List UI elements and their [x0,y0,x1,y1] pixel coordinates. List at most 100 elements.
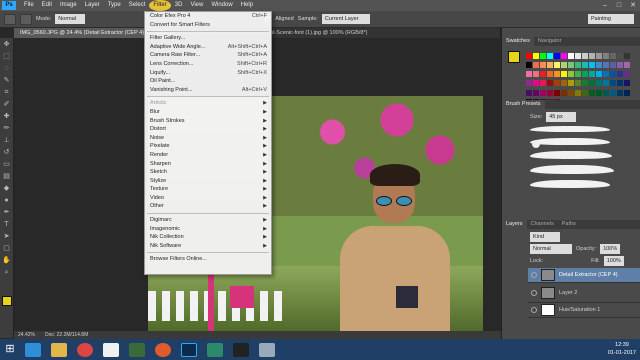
color-swatch[interactable] [582,71,588,78]
marquee-tool-icon[interactable]: ⬚ [2,52,12,62]
taskbar-app-icon[interactable] [228,339,254,360]
eraser-tool-icon[interactable]: ▭ [2,160,12,170]
filter-menu-item[interactable]: Texture ▶ [145,185,271,194]
color-swatch[interactable] [575,62,581,69]
color-swatch[interactable] [547,80,553,87]
workspace-switcher[interactable]: Painting [588,14,634,24]
color-swatch[interactable] [589,62,595,69]
color-swatch[interactable] [589,71,595,78]
color-swatch[interactable] [589,53,595,59]
tab-paths[interactable]: Paths [558,220,580,229]
mode-select[interactable]: Normal [55,14,86,24]
menu-type[interactable]: Type [104,0,125,11]
blur-tool-icon[interactable]: ◆ [2,184,12,194]
taskbar-photoshop-icon[interactable] [176,339,202,360]
taskbar-app-icon[interactable] [254,339,280,360]
brush-stroke[interactable] [530,180,610,188]
layer-row[interactable]: Detail Extractor (CEP 4) [528,268,640,283]
color-swatch[interactable] [554,89,560,96]
clone-stamp-tool-icon[interactable]: ⊥ [2,136,12,146]
minimize-icon[interactable]: – [598,0,612,11]
menu-window[interactable]: Window [207,0,236,11]
eyedropper-tool-icon[interactable]: ✐ [2,100,12,110]
color-swatch[interactable] [561,62,567,69]
menu-edit[interactable]: Edit [38,0,56,11]
visibility-eye-icon[interactable] [531,307,537,313]
color-swatch[interactable] [610,53,616,59]
color-swatch[interactable] [526,53,532,59]
zoom-tool-icon[interactable]: ⌕ [2,268,12,278]
color-swatch[interactable] [596,80,602,87]
color-swatch[interactable] [575,80,581,87]
visibility-eye-icon[interactable] [531,289,537,296]
lasso-tool-icon[interactable]: ◌ [2,64,12,74]
color-swatch[interactable] [526,71,532,78]
filter-menu-item[interactable]: Camera Raw Filter... Shift+Ctrl+A [145,51,271,60]
color-swatch[interactable] [526,89,532,96]
color-swatch[interactable] [540,62,546,69]
color-swatch[interactable] [561,71,567,78]
filter-menu-item[interactable]: Nik Collection ▶ [145,233,271,242]
gradient-tool-icon[interactable]: ▤ [2,172,12,182]
color-swatch[interactable] [547,53,553,59]
filter-menu-item[interactable]: Lens Correction... Shift+Ctrl+R [145,60,271,69]
menu-select[interactable]: Select [125,0,150,11]
move-tool-icon[interactable]: ✥ [2,40,12,50]
color-swatch[interactable] [533,80,539,87]
brush-stroke[interactable] [530,126,610,132]
color-swatch[interactable] [596,53,602,59]
color-swatch[interactable] [617,71,623,78]
color-swatch[interactable] [547,71,553,78]
taskbar-app-icon[interactable] [98,339,124,360]
filter-menu-item[interactable]: Sketch ▶ [145,168,271,177]
color-swatch[interactable] [596,71,602,78]
filter-menu-item[interactable]: Pixelate ▶ [145,142,271,151]
color-swatch[interactable] [533,71,539,78]
windows-start-icon[interactable]: ⊞ [0,339,20,360]
swatch-grid[interactable] [526,53,636,107]
color-swatch[interactable] [568,89,574,96]
brush-preset-picker[interactable] [20,13,32,25]
dodge-tool-icon[interactable]: ● [2,196,12,206]
taskbar-app-icon[interactable] [124,339,150,360]
filter-menu-item[interactable]: Adaptive Wide Angle... Alt+Shift+Ctrl+A [145,43,271,52]
filter-menu-item[interactable]: Digimarc ▶ [145,216,271,225]
taskbar-app-icon[interactable] [202,339,228,360]
brush-stroke[interactable] [530,138,610,145]
color-swatch[interactable] [575,89,581,96]
zoom-level[interactable]: 24.42% [18,332,35,338]
history-brush-tool-icon[interactable]: ↺ [2,148,12,158]
color-swatch[interactable] [547,89,553,96]
color-swatch[interactable] [617,80,623,87]
color-swatch[interactable] [603,89,609,96]
color-swatch[interactable] [533,53,539,59]
quick-select-tool-icon[interactable]: ✎ [2,76,12,86]
tab-layers[interactable]: Layers [502,220,527,229]
shape-tool-icon[interactable]: ▢ [2,244,12,254]
path-select-tool-icon[interactable]: ➤ [2,232,12,242]
color-swatch[interactable] [610,89,616,96]
filter-menu-item[interactable]: Sharpen ▶ [145,160,271,169]
color-swatch[interactable] [617,53,623,59]
color-swatch[interactable] [554,62,560,69]
color-swatch[interactable] [582,89,588,96]
visibility-eye-icon[interactable] [531,272,537,278]
color-swatch[interactable] [610,80,616,87]
filter-menu-item[interactable]: Brush Strokes ▶ [145,117,271,126]
menu-layer[interactable]: Layer [81,0,104,11]
filter-menu-item[interactable]: Render ▶ [145,151,271,160]
color-swatch[interactable] [582,53,588,59]
color-swatch[interactable] [617,62,623,69]
color-swatch[interactable] [617,89,623,96]
taskbar-explorer-icon[interactable] [46,339,72,360]
close-icon[interactable]: ✕ [626,0,640,11]
pen-tool-icon[interactable]: ✒ [2,208,12,218]
color-swatch[interactable] [610,62,616,69]
swatch-foreground[interactable] [508,51,520,63]
color-swatch[interactable] [540,89,546,96]
tool-preset-picker[interactable] [4,13,16,25]
color-swatch[interactable] [561,89,567,96]
color-swatch[interactable] [575,71,581,78]
color-swatch[interactable] [526,80,532,87]
crop-tool-icon[interactable]: ⌗ [2,88,12,98]
